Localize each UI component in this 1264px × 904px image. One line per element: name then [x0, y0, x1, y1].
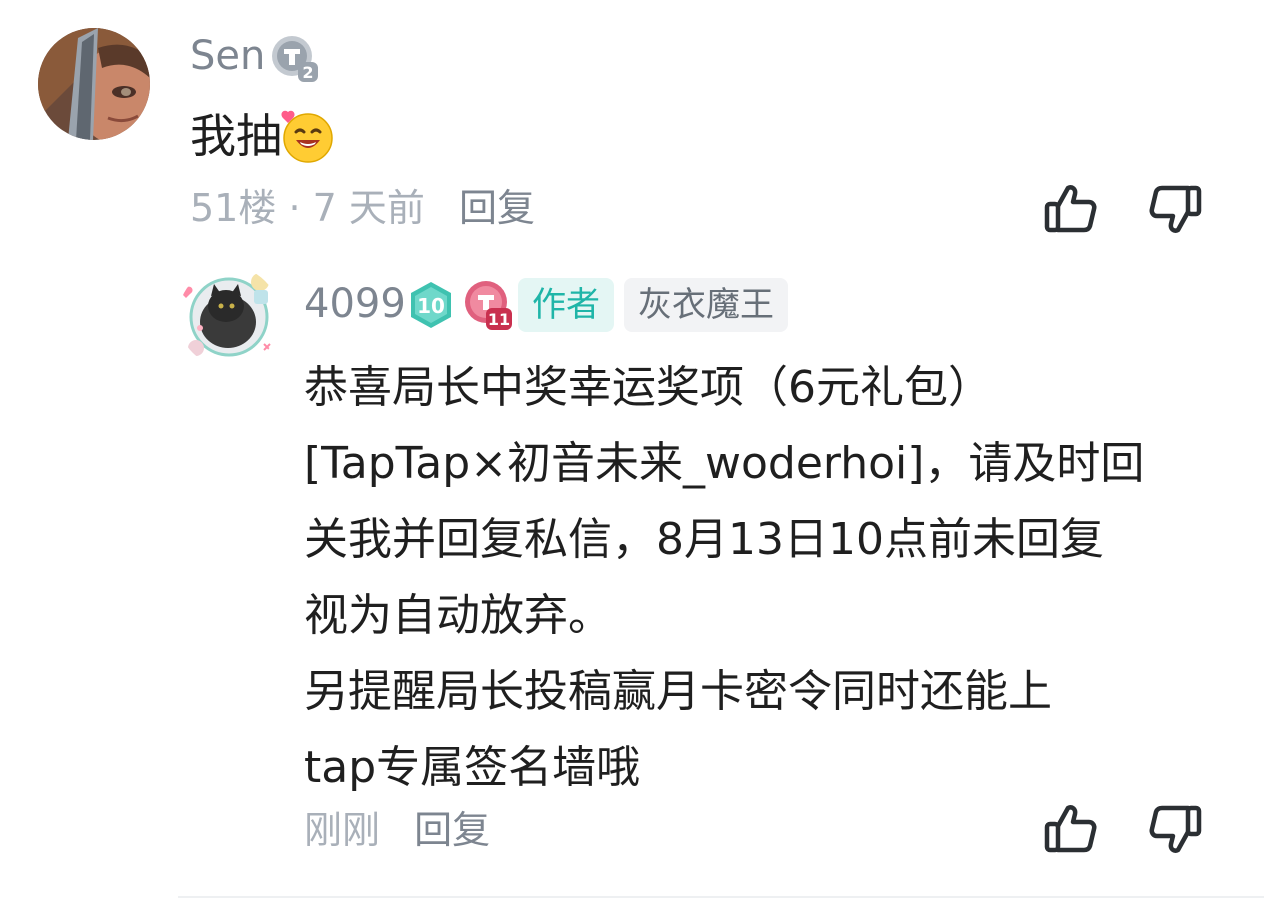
- user-title-tag: 灰衣魔王: [624, 278, 788, 332]
- thumbs-down-icon[interactable]: [1146, 800, 1204, 858]
- reply-body: 恭喜局长中奖幸运奖项（6元礼包） [TapTap×初音未来_woderhoi]，…: [304, 350, 1224, 806]
- reply-line: tap专属签名墙哦: [304, 742, 641, 793]
- level-10-badge-icon: 10: [406, 280, 456, 330]
- thumbs-up-icon[interactable]: [1042, 180, 1100, 238]
- reply-line: [TapTap×初音未来_woderhoi]，请及时回: [304, 438, 1145, 489]
- smiling-face-with-heart-emoji-icon: [280, 108, 336, 164]
- reply-button[interactable]: 回复: [414, 808, 490, 852]
- reply-time: 刚刚: [304, 808, 381, 852]
- reply-line: 恭喜局长中奖幸运奖项（6元礼包）: [304, 362, 992, 413]
- floor-number: 51楼: [190, 186, 277, 230]
- avatar[interactable]: [178, 266, 280, 368]
- thumbs-up-icon[interactable]: [1042, 800, 1100, 858]
- divider: [178, 896, 1264, 898]
- reply-meta: 刚刚 回复: [304, 808, 490, 852]
- avatar[interactable]: [38, 28, 150, 140]
- reply-line: 视为自动放弃。: [304, 590, 612, 641]
- username[interactable]: Sen: [190, 34, 265, 78]
- reply-line: 另提醒局长投稿赢月卡密令同时还能上: [304, 666, 1052, 717]
- badge-level-text: 2: [302, 63, 313, 82]
- reply-button[interactable]: 回复: [459, 186, 535, 230]
- comment-body: 我抽: [190, 109, 282, 163]
- level-badge-text: 10: [417, 294, 445, 318]
- reply-line: 关我并回复私信，8月13日10点前未回复: [304, 514, 1104, 565]
- author-tag: 作者: [518, 278, 614, 332]
- level-11-badge-icon: 11: [460, 278, 514, 332]
- level-badge-text: 11: [488, 310, 510, 329]
- thumbs-down-icon[interactable]: [1146, 180, 1204, 238]
- comment-meta: 51楼 · 7 天前 回复: [190, 186, 535, 230]
- meta-separator: ·: [288, 186, 301, 230]
- comment-time: 7 天前: [312, 186, 425, 230]
- user-level-badge-icon: 2: [270, 32, 320, 82]
- comment-text: 我抽: [190, 108, 336, 164]
- username[interactable]: 4099: [304, 282, 406, 326]
